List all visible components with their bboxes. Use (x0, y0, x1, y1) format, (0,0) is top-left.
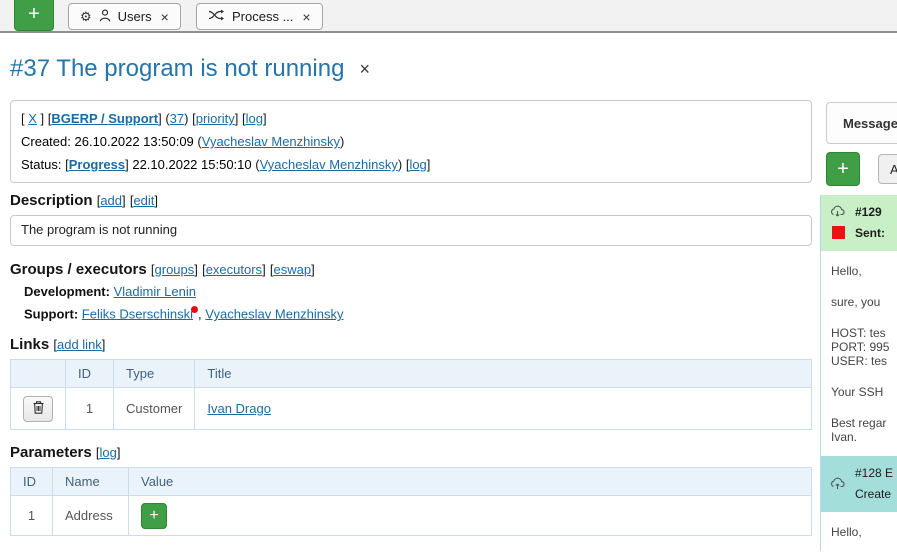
cloud-message-icon (830, 205, 846, 223)
message-body-line: USER: tes (831, 354, 897, 368)
message-body-line: sure, you (831, 295, 897, 309)
tab-bar: + ⚙ Users × Process ... × (0, 0, 897, 33)
message-sent-label: Sent: (855, 223, 885, 244)
message-body: Hello, (821, 512, 897, 551)
parameters-heading: Parameters [log] (10, 444, 121, 461)
param-name-cell: Address (53, 496, 129, 536)
status-author-link[interactable]: Vyacheslav Menzhinsky (260, 157, 398, 172)
add-message-button[interactable]: + (826, 152, 860, 186)
column-header-type: Type (114, 360, 195, 388)
message-header[interactable]: #129 Sent: (821, 195, 897, 251)
message-body-line: Hello, (831, 264, 897, 278)
parameters-log-link[interactable]: log (100, 445, 117, 460)
ticket-title-row: #37 The program is not running × (10, 55, 370, 83)
notification-dot (191, 306, 198, 313)
tab-label: Process ... (232, 9, 293, 24)
column-header-id: ID (11, 468, 53, 496)
all-messages-button[interactable]: All (878, 154, 897, 184)
trash-icon (33, 401, 44, 417)
info-line-status: Status: [Progress] 22.10.2022 15:50:10 (… (21, 153, 801, 176)
links-heading: Links [add link] (10, 336, 105, 353)
new-tab-button[interactable]: + (14, 0, 54, 31)
column-header-value: Value (129, 468, 812, 496)
message-list: #129 Sent: Hello, sure, you HOST: tes PO… (820, 195, 897, 551)
executor-link[interactable]: Vladimir Lenin (114, 284, 196, 299)
cloud-message-icon (830, 477, 846, 495)
close-icon[interactable]: × (161, 9, 169, 25)
add-link-link[interactable]: add link (57, 337, 102, 352)
gear-icon: ⚙ (80, 10, 92, 23)
table-row: 1 Address + (11, 496, 812, 536)
add-param-value-button[interactable]: + (141, 503, 167, 529)
column-header-id: ID (66, 360, 114, 388)
created-datetime: 26.10.2022 13:50:09 (75, 134, 194, 149)
page-title: #37 The program is not running (10, 55, 344, 83)
executor-row-support: Support: Feliks Dserschinski, Vyacheslav… (24, 306, 344, 321)
tab-users[interactable]: ⚙ Users × (68, 3, 181, 30)
executor-link[interactable]: Feliks Dserschinski (82, 306, 193, 321)
created-author-link[interactable]: Vyacheslav Menzhinsky (202, 134, 340, 149)
parameters-table: ID Name Value 1 Address + (10, 467, 812, 536)
close-link[interactable]: X (28, 111, 37, 126)
info-line-created: Created: 26.10.2022 13:50:09 (Vyacheslav… (21, 130, 801, 153)
links-table: ID Type Title 1 Customer Ivan Drago (10, 359, 812, 430)
parameters-table-header: ID Name Value (11, 468, 812, 496)
user-icon (99, 9, 111, 25)
list-item: #128 E Create Hello, (821, 456, 897, 551)
description-heading: Description [add] [edit] (10, 192, 158, 209)
message-body-line: HOST: tes (831, 326, 897, 340)
status-datetime: 22.10.2022 15:50:10 (132, 157, 251, 172)
groups-heading: Groups / executors [groups] [executors] … (10, 261, 315, 278)
plus-icon: + (837, 158, 849, 181)
message-body-line: Hello, (831, 525, 897, 539)
link-id-cell: 1 (66, 388, 114, 430)
message-body-line: Ivan. (831, 430, 897, 444)
ticket-info-box: [ X ] [BGERP / Support] (37) [priority] … (10, 100, 812, 183)
status-log-link[interactable]: log (409, 157, 426, 172)
tab-label: Users (118, 9, 152, 24)
links-table-header: ID Type Title (11, 360, 812, 388)
column-header-name: Name (53, 468, 129, 496)
message-id: #128 E (855, 463, 893, 484)
plus-icon: + (28, 3, 40, 25)
link-type-cell: Customer (114, 388, 195, 430)
info-line-actions: [ X ] [BGERP / Support] (37) [priority] … (21, 107, 801, 130)
log-link[interactable]: log (246, 111, 263, 126)
executor-link[interactable]: Vyacheslav Menzhinsky (205, 306, 343, 321)
shuffle-icon (208, 9, 225, 24)
table-row: 1 Customer Ivan Drago (11, 388, 812, 430)
message-header[interactable]: #128 E Create (821, 456, 897, 512)
message-body-line: PORT: 995 (831, 340, 897, 354)
column-header-actions (11, 360, 66, 388)
close-icon[interactable]: × (302, 9, 310, 25)
groups-link[interactable]: groups (155, 262, 195, 277)
ticket-id-link[interactable]: 37 (170, 111, 184, 126)
description-add-link[interactable]: add (100, 193, 122, 208)
message-body-line: Your SSH (831, 385, 897, 399)
description-text: The program is not running (10, 215, 812, 246)
priority-link[interactable]: priority (196, 111, 235, 126)
message-created-label: Create (855, 484, 893, 505)
eswap-link[interactable]: eswap (273, 262, 311, 277)
param-id-cell: 1 (11, 496, 53, 536)
plus-icon: + (149, 508, 158, 524)
status-link[interactable]: Progress (69, 157, 125, 172)
column-header-title: Title (195, 360, 812, 388)
list-item: #129 Sent: Hello, sure, you HOST: tes PO… (821, 195, 897, 456)
messages-tab[interactable]: Messages (826, 102, 897, 144)
project-link[interactable]: BGERP / Support (51, 111, 158, 126)
executor-row-development: Development: Vladimir Lenin (24, 284, 196, 299)
message-body-line: Best regar (831, 416, 897, 430)
message-id: #129 (855, 202, 885, 223)
executors-link[interactable]: executors (206, 262, 262, 277)
link-title-link[interactable]: Ivan Drago (207, 401, 271, 416)
tab-process[interactable]: Process ... × (196, 3, 323, 30)
message-body: Hello, sure, you HOST: tes PORT: 995 USE… (821, 251, 897, 456)
delete-link-button[interactable] (23, 396, 53, 422)
description-edit-link[interactable]: edit (133, 193, 154, 208)
attachment-indicator (832, 226, 845, 239)
close-ticket-icon[interactable]: × (359, 59, 370, 80)
